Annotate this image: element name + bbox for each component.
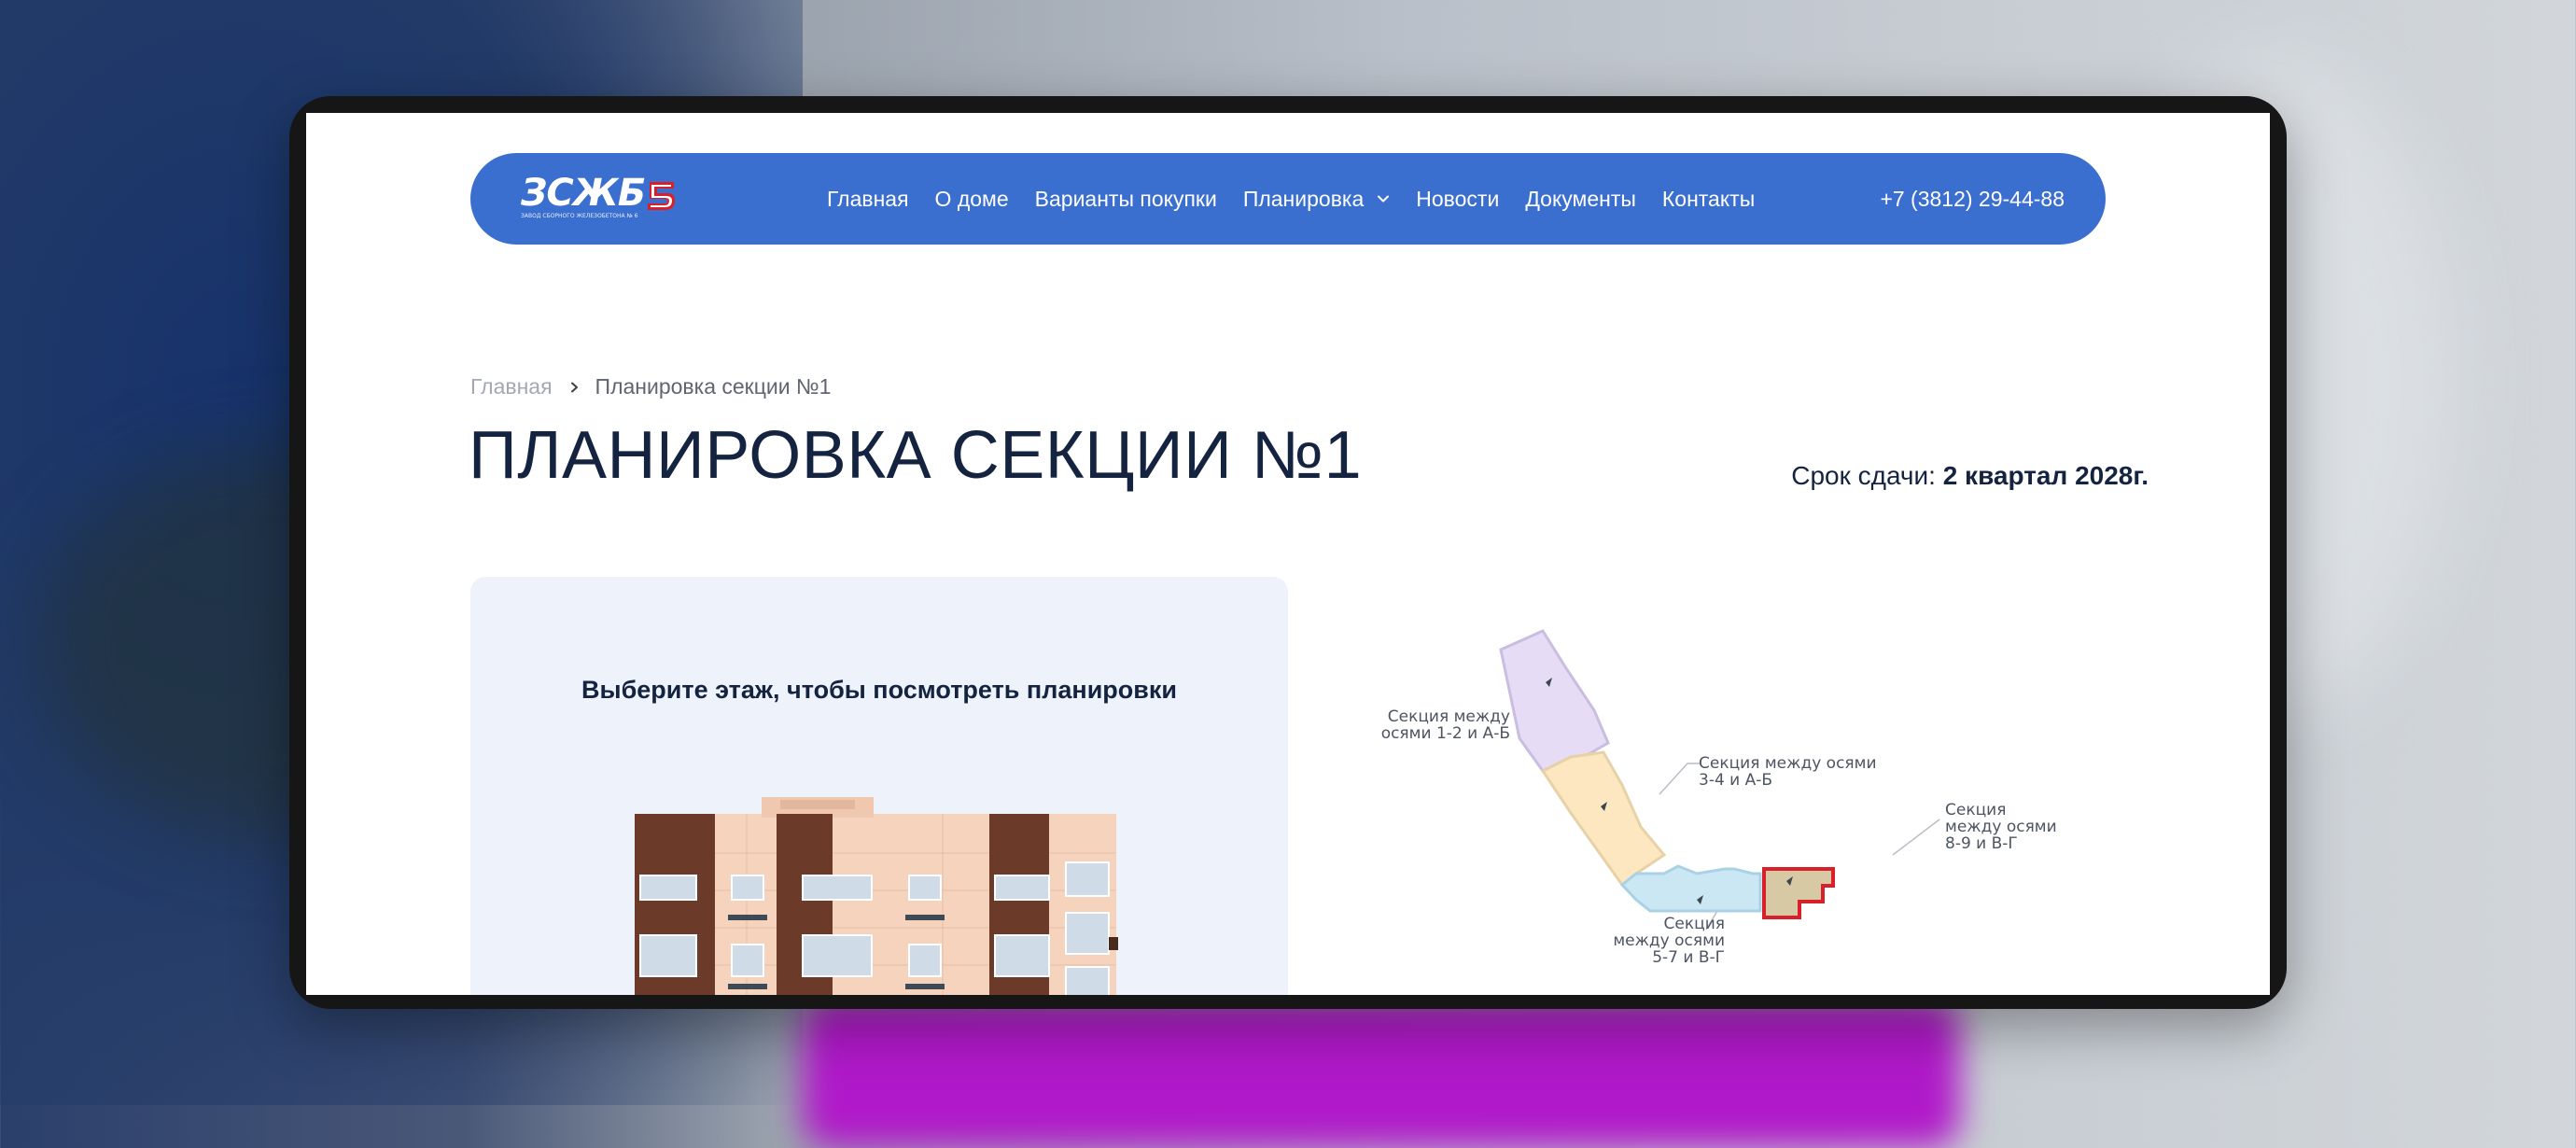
breadcrumb: Главная Планировка секции №1: [470, 374, 831, 399]
site-logo[interactable]: ЗСЖБ ЗАВОД СБОРНОГО ЖЕЛЕЗОБЕТОНА № 6: [521, 172, 679, 219]
laptop-frame: ЗСЖБ ЗАВОД СБОРНОГО ЖЕЛЕЗОБЕТОНА № 6 Гла…: [289, 96, 2287, 1009]
nav-item-layout-label: Планировка: [1242, 186, 1365, 211]
nav-menu: Главная О доме Варианты покупки Планиров…: [827, 153, 1781, 245]
building-facade-image[interactable]: [635, 797, 1129, 995]
top-navigation: ЗСЖБ ЗАВОД СБОРНОГО ЖЕЛЕЗОБЕТОНА № 6 Гла…: [470, 153, 2106, 245]
section-label-3-4: Секция между осями 3-4 и А-Б: [1699, 754, 1877, 790]
section-label-5-7: Секция между осями 5-7 и В-Г: [1613, 915, 1725, 967]
nav-item-about[interactable]: О доме: [935, 187, 1009, 212]
floor-selector-panel: Выберите этаж, чтобы посмотреть планиров…: [470, 577, 1288, 995]
nav-item-home[interactable]: Главная: [827, 187, 909, 212]
chevron-down-icon: [1378, 195, 1390, 203]
completion-deadline: Срок сдачи: 2 квартал 2028г.: [1791, 461, 2149, 491]
section-scheme-drawing: [1499, 629, 1940, 931]
section-scheme: Секция между осями 1-2 и А-Б Секция межд…: [1370, 603, 2117, 995]
nav-item-documents[interactable]: Документы: [1525, 187, 1636, 212]
nav-item-layout[interactable]: Планировка: [1243, 187, 1390, 212]
nav-item-contacts[interactable]: Контакты: [1662, 187, 1755, 212]
deadline-value: 2 квартал 2028г.: [1942, 461, 2149, 490]
website-screen: ЗСЖБ ЗАВОД СБОРНОГО ЖЕЛЕЗОБЕТОНА № 6 Гла…: [306, 113, 2270, 995]
breadcrumb-home-link[interactable]: Главная: [470, 374, 553, 399]
page-title: ПЛАНИРОВКА СЕКЦИИ №1: [469, 418, 1363, 493]
logo-wordmark: ЗСЖБ: [521, 172, 646, 215]
chevron-right-icon: [570, 382, 578, 392]
section-3-4-shape: [1540, 750, 1667, 888]
section-label-1-2: Секция между осями 1-2 и А-Б: [1380, 707, 1510, 743]
logo-subtitle: ЗАВОД СБОРНОГО ЖЕЛЕЗОБЕТОНА № 6: [521, 213, 638, 219]
phone-link[interactable]: +7 (3812) 29-44-88: [1880, 153, 2065, 245]
nav-item-purchase-options[interactable]: Варианты покупки: [1035, 187, 1217, 212]
nav-item-news[interactable]: Новости: [1416, 187, 1499, 212]
logo-number-mark: [648, 182, 675, 210]
floor-selector-title: Выберите этаж, чтобы посмотреть планиров…: [581, 676, 1177, 704]
deadline-label: Срок сдачи:: [1791, 461, 1936, 490]
section-8-9-shape: [1762, 867, 1835, 919]
section-5-7-shape: [1619, 864, 1762, 913]
section-label-8-9: Секция между осями 8-9 и В-Г: [1945, 801, 2057, 853]
breadcrumb-current: Планировка секции №1: [595, 374, 832, 399]
background-purple-object: [803, 999, 1960, 1148]
section-1-2-shape: [1499, 629, 1610, 773]
